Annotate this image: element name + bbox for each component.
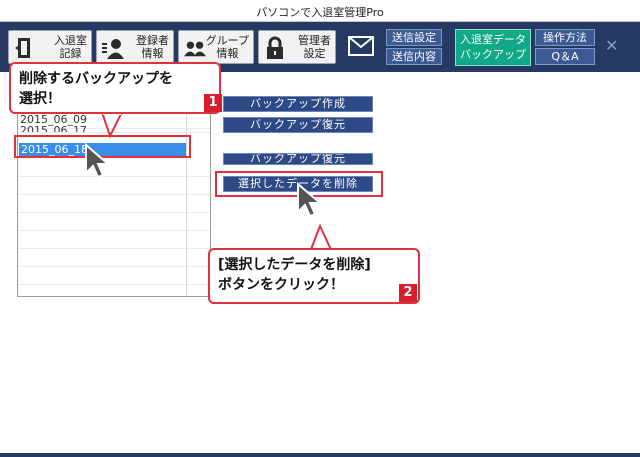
step1-callout: 削除するバックアップを 選択！ bbox=[9, 62, 221, 114]
list-item-empty bbox=[18, 195, 210, 213]
registrant-info-line2: 情報 bbox=[141, 47, 164, 60]
cursor-icon bbox=[297, 182, 323, 218]
group-info-button[interactable]: グループ 情報 bbox=[178, 30, 254, 64]
admin-settings-line1: 管理者 bbox=[298, 34, 331, 47]
lock-icon bbox=[264, 35, 286, 61]
list-item-empty bbox=[18, 267, 210, 285]
list-item-empty bbox=[18, 249, 210, 267]
group-info-line2: 情報 bbox=[216, 47, 239, 60]
backup-line2: バックアップ bbox=[460, 48, 526, 61]
step1-line2: 選択！ bbox=[19, 91, 61, 107]
window-title: パソコンで入退室管理Pro bbox=[256, 6, 384, 19]
qa-button[interactable]: Q＆A bbox=[535, 48, 595, 65]
step2-line2: ボタンをクリック！ bbox=[218, 277, 344, 293]
list-item-empty bbox=[18, 213, 210, 231]
registrant-info-button[interactable]: 登録者 情報 bbox=[96, 30, 174, 64]
entry-record-button[interactable]: 入退室 記録 bbox=[8, 30, 92, 64]
cursor-icon bbox=[85, 143, 111, 179]
door-icon bbox=[14, 35, 36, 61]
title-bar: パソコンで入退室管理Pro bbox=[0, 0, 640, 22]
admin-settings-button[interactable]: 管理者 設定 bbox=[258, 30, 336, 64]
create-backup-button[interactable]: バックアップ作成 bbox=[223, 96, 373, 112]
entry-record-line2: 記録 bbox=[59, 47, 82, 60]
window-bottom-border bbox=[0, 453, 640, 457]
send-content-button[interactable]: 送信内容 bbox=[386, 48, 442, 65]
step2-callout: [選択したデータを削除] ボタンをクリック！ bbox=[208, 248, 420, 304]
restore-backup-button-2[interactable]: バックアップ復元 bbox=[223, 153, 373, 165]
step1-line1: 削除するバックアップを bbox=[19, 71, 173, 87]
entry-record-line1: 入退室 bbox=[54, 34, 87, 47]
app-window: パソコンで入退室管理Pro 入退室 記録 登録者 情報 グループ 情報 管理者 … bbox=[0, 0, 640, 457]
restore-backup-button[interactable]: バックアップ復元 bbox=[223, 117, 373, 133]
list-item-empty bbox=[18, 231, 210, 249]
user-list-icon bbox=[102, 35, 124, 61]
step2-line1: [選択したデータを削除] bbox=[218, 257, 371, 273]
group-info-line1: グループ bbox=[205, 34, 249, 47]
callout-pointer bbox=[100, 112, 124, 139]
group-icon bbox=[184, 35, 206, 61]
send-settings-button[interactable]: 送信設定 bbox=[386, 29, 442, 46]
how-to-button[interactable]: 操作方法 bbox=[535, 29, 595, 46]
admin-settings-line2: 設定 bbox=[303, 47, 326, 60]
list-item-empty bbox=[18, 177, 210, 195]
step1-badge: 1 bbox=[204, 94, 222, 112]
list-item-empty bbox=[18, 159, 210, 177]
backup-line1: 入退室データ bbox=[460, 33, 526, 46]
mail-icon bbox=[348, 36, 374, 56]
backup-button[interactable]: 入退室データ バックアップ bbox=[455, 29, 531, 66]
close-icon[interactable]: ✕ bbox=[605, 36, 618, 55]
step2-badge: 2 bbox=[399, 284, 417, 302]
registrant-info-line1: 登録者 bbox=[136, 34, 169, 47]
